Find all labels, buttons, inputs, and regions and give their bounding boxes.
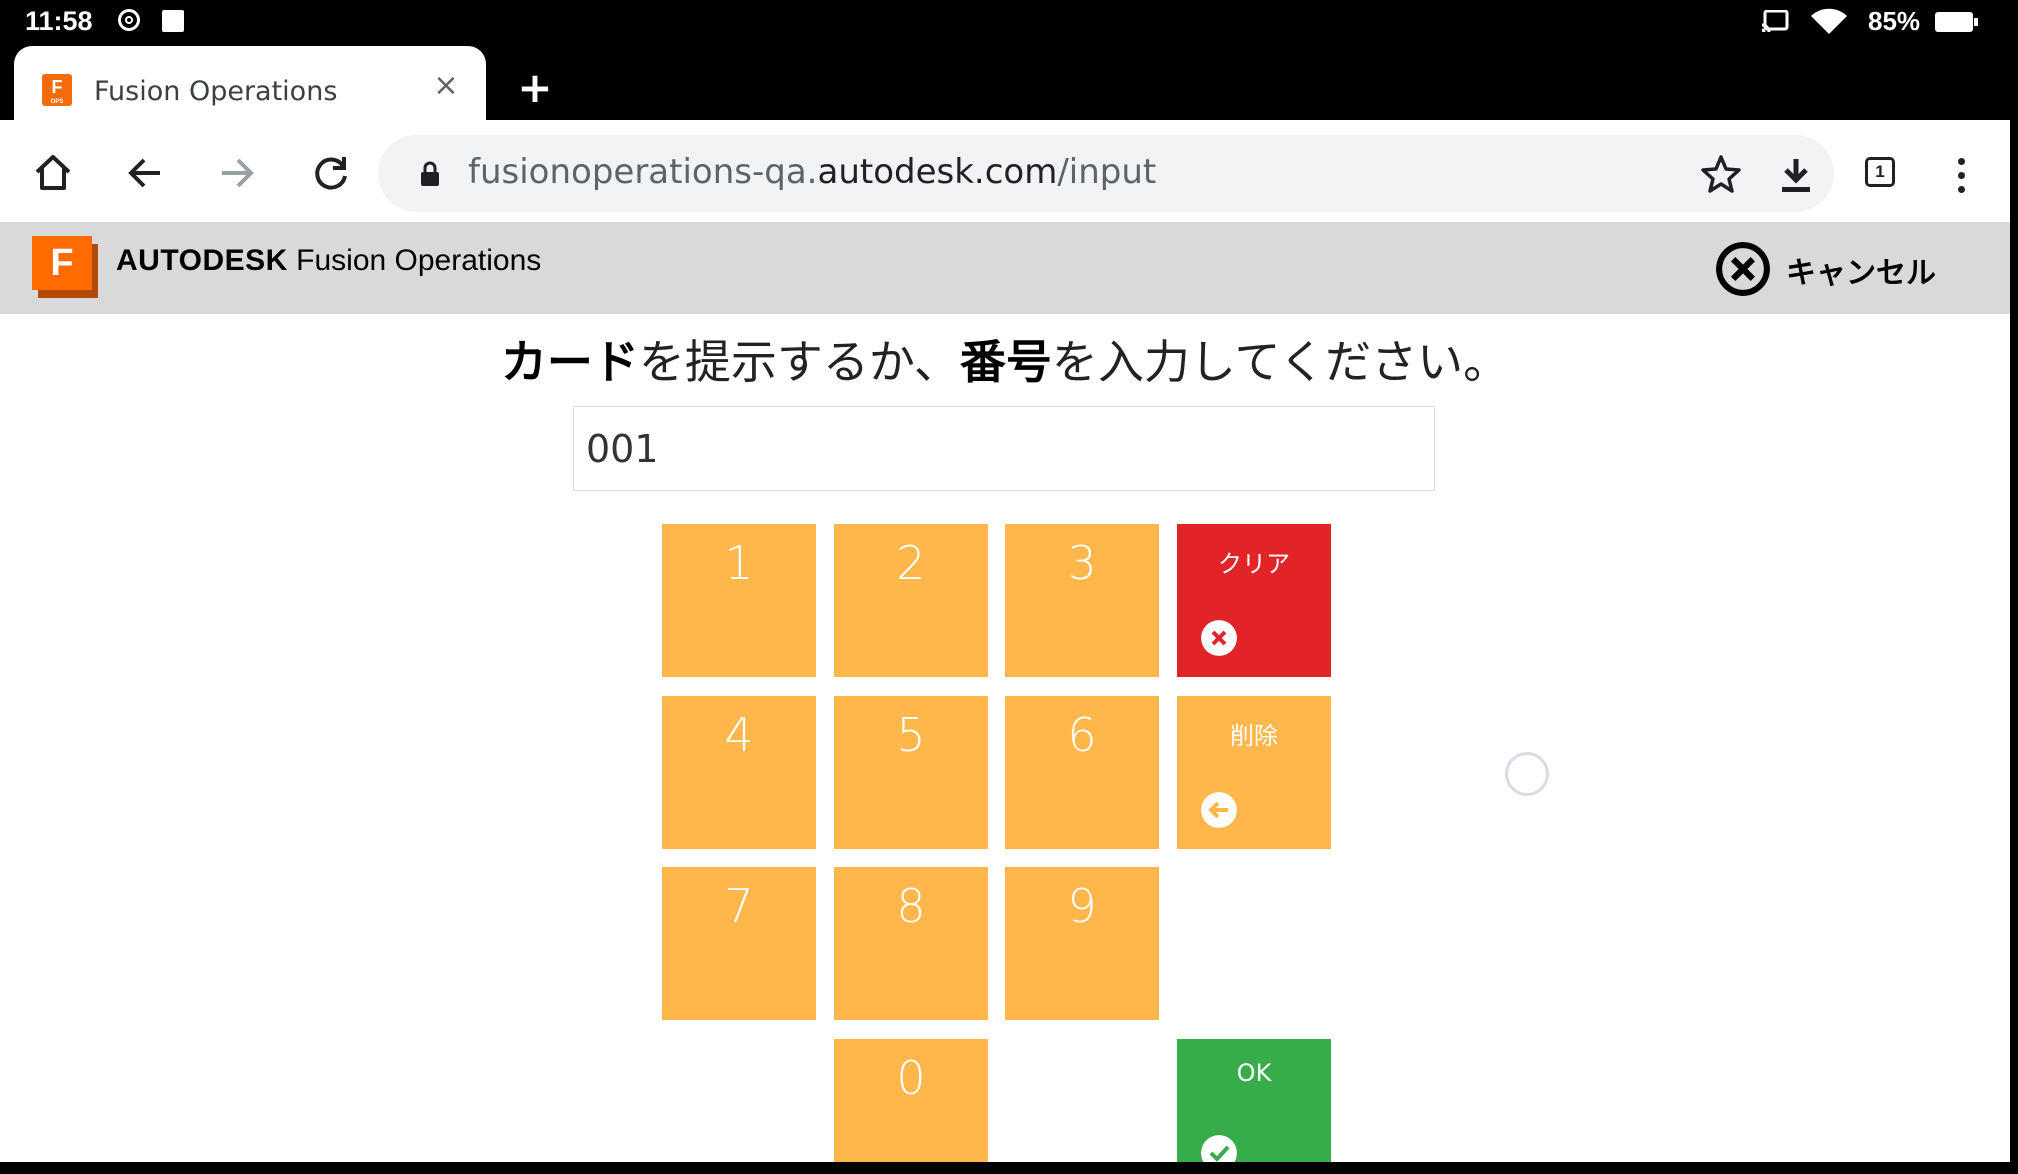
wifi-icon xyxy=(1811,8,1847,34)
key-8[interactable]: 8 xyxy=(834,867,988,1020)
home-icon[interactable] xyxy=(28,148,78,198)
cancel-button[interactable]: キャンセル xyxy=(1786,248,1936,292)
address-bar[interactable]: fusionoperations-qa.autodesk.com/input xyxy=(378,135,1834,212)
ok-button[interactable]: OK xyxy=(1177,1039,1331,1162)
arrow-left-circle-icon xyxy=(1201,792,1237,828)
key-9[interactable]: 9 xyxy=(1005,867,1159,1020)
key-5[interactable]: 5 xyxy=(834,696,988,849)
url-text: fusionoperations-qa.autodesk.com/input xyxy=(468,152,1157,192)
tab-switcher-button[interactable]: 1 xyxy=(1865,157,1895,187)
new-tab-button[interactable]: + xyxy=(513,66,557,110)
brand-title: AUTODESK Fusion Operations xyxy=(116,244,542,277)
battery-percent: 85% xyxy=(1868,6,1921,36)
key-1[interactable]: 1 xyxy=(662,524,816,677)
browser-toolbar: fusionoperations-qa.autodesk.com/input xyxy=(0,120,2010,222)
screen-bottom-edge xyxy=(0,1162,2018,1174)
browser-tab[interactable]: F OPS Fusion Operations × xyxy=(14,46,486,120)
close-tab-icon[interactable]: × xyxy=(428,68,464,104)
key-4[interactable]: 4 xyxy=(662,696,816,849)
key-0[interactable]: 0 xyxy=(834,1039,988,1162)
key-6[interactable]: 6 xyxy=(1005,696,1159,849)
status-time: 11:58 xyxy=(25,6,93,36)
sync-icon xyxy=(118,9,140,31)
key-7[interactable]: 7 xyxy=(662,867,816,1020)
instruction-text: カードを提示するか、番号を入力してください。 xyxy=(500,335,1510,389)
favicon-icon: F OPS xyxy=(42,74,72,106)
status-bar: 11:58 85% xyxy=(0,0,2018,44)
reload-icon[interactable] xyxy=(306,148,356,198)
number-input[interactable]: 001 xyxy=(573,406,1435,491)
kebab-menu-icon[interactable] xyxy=(1958,158,1968,194)
key-3[interactable]: 3 xyxy=(1005,524,1159,677)
check-circle-icon xyxy=(1201,1135,1237,1162)
main-content: カードを提示するか、番号を入力してください。 001 1 2 3 クリア 4 5… xyxy=(0,314,2010,1162)
delete-button[interactable]: 削除 xyxy=(1177,696,1331,849)
notification-icon xyxy=(162,10,184,32)
x-circle-icon xyxy=(1201,620,1237,656)
star-icon[interactable] xyxy=(1700,153,1742,195)
screen-edge xyxy=(2010,120,2018,1174)
arrow-left-icon[interactable] xyxy=(120,148,170,198)
lock-icon xyxy=(421,161,439,186)
tab-strip: F OPS Fusion Operations × + xyxy=(0,44,2018,120)
close-circle-icon[interactable] xyxy=(1716,242,1770,296)
tab-title: Fusion Operations xyxy=(94,76,338,107)
app-header: F AUTODESK Fusion Operations キャンセル xyxy=(0,222,2010,314)
cast-icon xyxy=(1761,10,1789,32)
key-2[interactable]: 2 xyxy=(834,524,988,677)
loading-spinner xyxy=(1505,752,1549,796)
battery-icon xyxy=(1935,12,1978,32)
app-logo: F xyxy=(32,236,98,298)
clear-button[interactable]: クリア xyxy=(1177,524,1331,677)
arrow-right-icon[interactable] xyxy=(212,148,262,198)
download-icon[interactable] xyxy=(1776,155,1816,195)
